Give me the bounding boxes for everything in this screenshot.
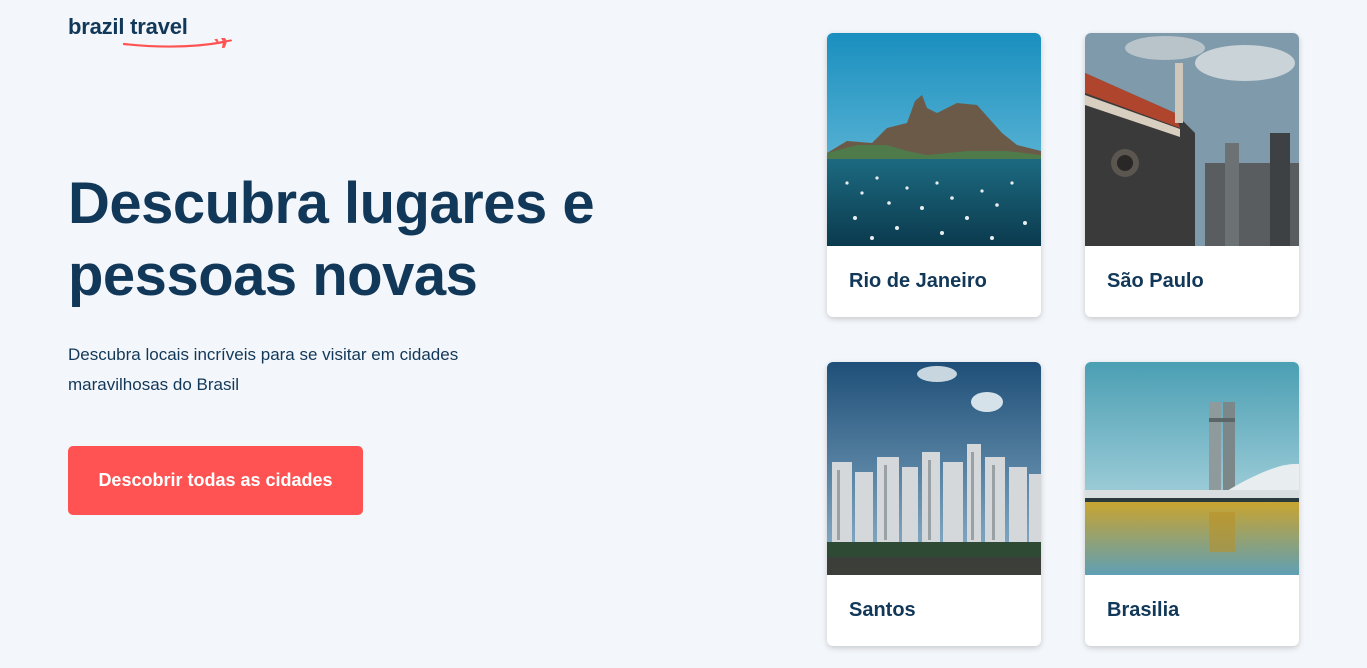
rio-de-janeiro-image [827, 33, 1041, 246]
city-name: Rio de Janeiro [849, 270, 987, 292]
sao-paulo-image [1085, 33, 1299, 246]
city-card-brasilia[interactable]: Brasilia [1085, 362, 1299, 646]
hero-title: Descubra lugares e pessoas novas [68, 171, 595, 308]
brasilia-image [1085, 362, 1299, 575]
city-name: Brasilia [1107, 599, 1180, 621]
hero-subtitle: Descubra locais incríveis para se visita… [68, 345, 459, 394]
airplane-icon [122, 38, 232, 49]
city-card-rio-de-janeiro[interactable]: Rio de Janeiro [827, 33, 1041, 317]
logo-text: brazil travel [68, 14, 188, 39]
santos-image [827, 362, 1041, 575]
city-card-santos[interactable]: Santos [827, 362, 1041, 646]
logo-link[interactable]: brazil travel [68, 14, 238, 54]
discover-cities-button[interactable]: Descobrir todas as cidades [68, 446, 363, 515]
page: brazil travel Descubra lugares e pessoas… [0, 0, 1367, 668]
city-card-sao-paulo[interactable]: São Paulo [1085, 33, 1299, 317]
city-name: São Paulo [1107, 270, 1204, 292]
city-name: Santos [849, 599, 916, 621]
